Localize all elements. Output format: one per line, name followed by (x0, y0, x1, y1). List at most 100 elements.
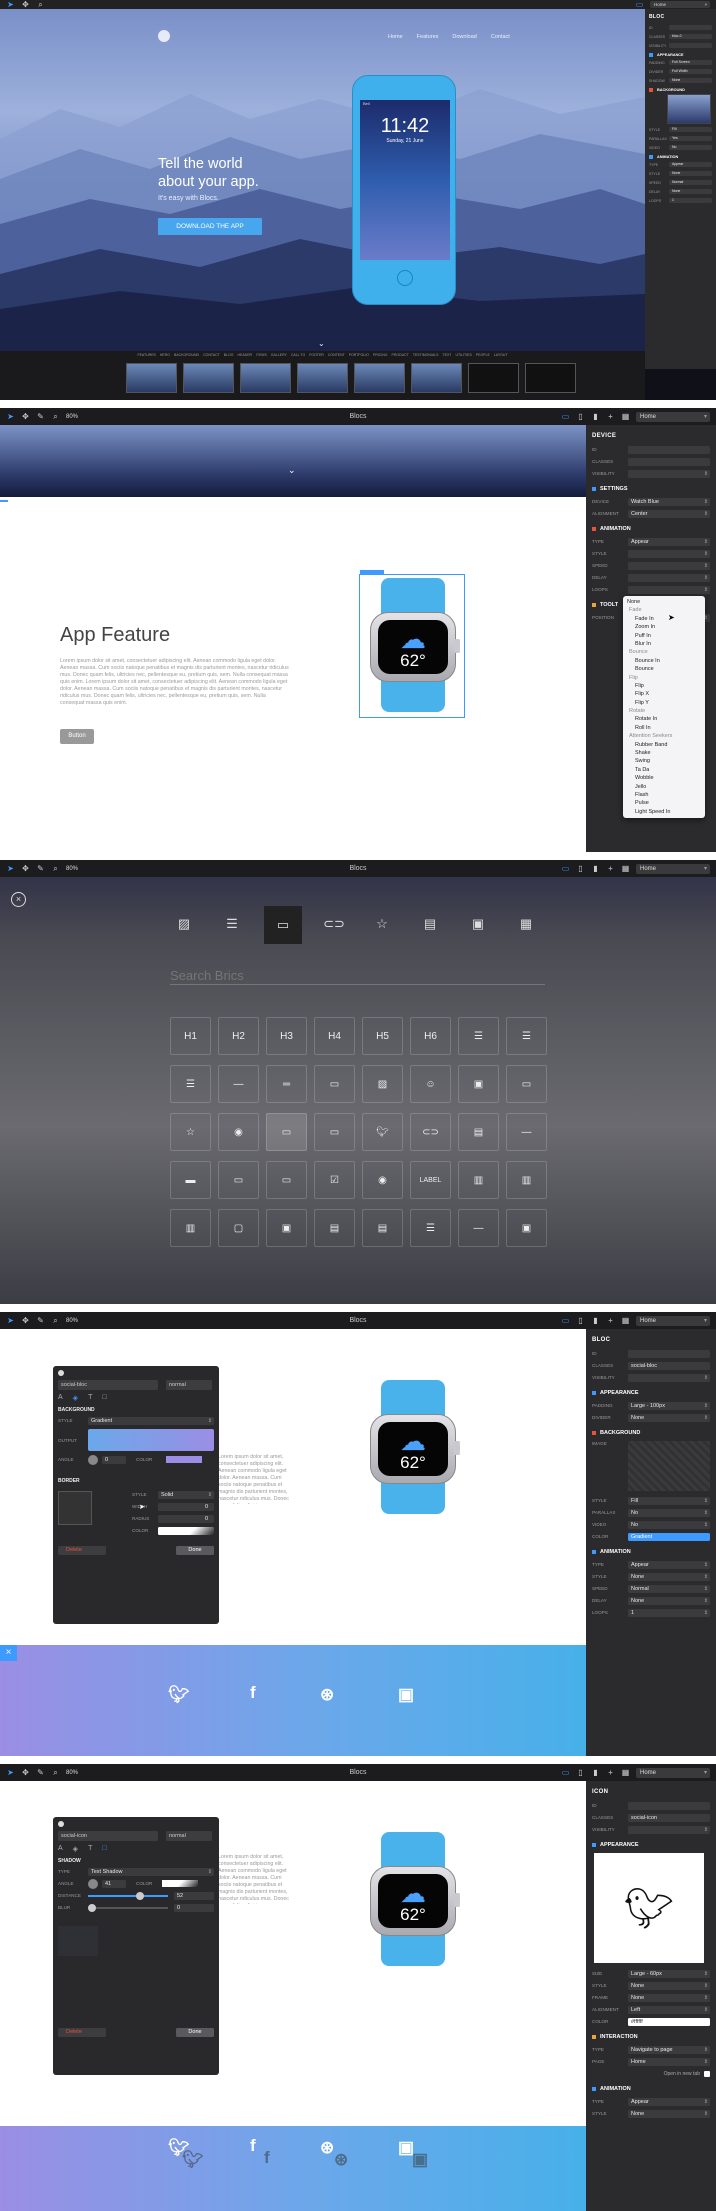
social-bloc[interactable]: 🐦︎ 🐦︎ f f ⊛ ⊛ ▣ ▣ (0, 2126, 586, 2211)
sidebar-row[interactable]: Classes social-icon (592, 1813, 710, 1822)
star-bric-icon[interactable]: ☆ (170, 1113, 211, 1151)
bloc-category-tab[interactable]: FOOTER (309, 353, 324, 357)
angle-dial[interactable] (88, 1454, 98, 1465)
bloc-category-tab[interactable]: CALL TO (291, 353, 305, 357)
bloc-thumbnail[interactable] (297, 363, 348, 393)
sidebar-row[interactable]: Color Gradient (592, 1532, 710, 1541)
border-radius-row[interactable]: RADIUS 0 (132, 1514, 214, 1523)
done-button[interactable]: Done (176, 2028, 214, 2037)
image-drop-zone[interactable] (628, 1441, 710, 1491)
select-tool-icon[interactable]: ➤ (6, 1316, 15, 1325)
move-tool-icon[interactable]: ✥ (21, 0, 30, 9)
sidebar-row[interactable]: Delay None (649, 188, 712, 195)
sidebar-row[interactable]: Type Appear (592, 1560, 710, 1569)
bloc-category-tab[interactable]: UTILITIES (455, 353, 471, 357)
menu-item[interactable]: Fade In (623, 615, 705, 623)
menu-item[interactable]: Shake (623, 749, 705, 757)
tab-typography-icon[interactable]: A (58, 1845, 63, 1853)
sidebar-row[interactable]: Classes bloc-0 (649, 33, 712, 40)
paragraph-bric-icon[interactable]: ☰ (170, 1065, 211, 1103)
emoji-bric-icon[interactable]: ☺ (410, 1065, 451, 1103)
style-tool-icon[interactable]: ✎ (36, 1316, 45, 1325)
tablet-view-icon[interactable]: ▯ (576, 412, 585, 421)
bloc-category-tab[interactable]: PRICING (373, 353, 388, 357)
color-swatch[interactable] (162, 1880, 198, 1887)
menu-item-selected[interactable]: None (623, 598, 705, 606)
heading-bric-4[interactable]: H4 (314, 1017, 355, 1055)
sidebar-row[interactable]: Parallax Yes (649, 135, 712, 142)
sidebar-row[interactable]: Frame None (592, 1993, 710, 2002)
facebook-icon[interactable]: f (250, 2136, 256, 2156)
sidebar-row[interactable]: ID (592, 1801, 710, 1810)
bloc-category-tab[interactable]: HEADER (237, 353, 252, 357)
bloc-category-tab[interactable]: HERO (160, 353, 170, 357)
frame-bric-icon[interactable]: ▢ (218, 1209, 259, 1247)
phone-view-icon[interactable]: ▮ (591, 412, 600, 421)
sidebar-row[interactable]: Visibility (592, 1825, 710, 1834)
image-bric-icon[interactable]: ▨ (362, 1065, 403, 1103)
text-block-bric-icon[interactable]: ☰ (458, 1017, 499, 1055)
menu-item[interactable]: Wobble (623, 774, 705, 782)
list-bric-icon[interactable]: ☰ (410, 1209, 451, 1247)
state-select[interactable]: normal (166, 1831, 212, 1841)
sidebar-row[interactable]: Divider Full Width (649, 68, 712, 75)
page-select[interactable]: Home (636, 411, 710, 422)
card-bric-icon[interactable]: ▣ (266, 1209, 307, 1247)
sidebar-row[interactable]: ID (649, 24, 712, 31)
type-row[interactable]: TYPE Text Shadow (58, 1867, 214, 1876)
add-icon[interactable]: + (606, 1768, 615, 1777)
sidebar-row[interactable]: Video No (649, 144, 712, 151)
bloc-category-tab[interactable]: PEOPLE (476, 353, 490, 357)
bar-bric-icon[interactable]: ▬ (170, 1161, 211, 1199)
zoom-icon[interactable]: ⌕ (51, 1316, 60, 1325)
logo-icon[interactable] (158, 30, 170, 42)
checkbox-bric-icon[interactable]: ☑ (314, 1161, 355, 1199)
sidebar-row[interactable]: Style None (592, 1981, 710, 1990)
gradient-preview[interactable] (88, 1429, 214, 1451)
zoom-icon[interactable]: ⌕ (51, 1768, 60, 1777)
state-select[interactable]: normal (166, 1380, 212, 1390)
menu-item[interactable]: Rubber Band (623, 741, 705, 749)
zoom-level[interactable]: 80% (66, 1318, 78, 1324)
style-tool-icon[interactable]: ✎ (36, 1768, 45, 1777)
sidebar-row[interactable]: Padding Large - 100px (592, 1401, 710, 1410)
sidebar-row[interactable]: Alignment Center (592, 509, 710, 518)
nav-home[interactable]: Home (388, 34, 403, 40)
instagram-icon[interactable]: ▣ (398, 1685, 414, 1705)
close-dialog-icon[interactable] (58, 1370, 64, 1376)
hr-bric-icon[interactable]: — (506, 1113, 547, 1151)
bloc-category-tab[interactable]: FEATURES (137, 353, 155, 357)
zoom-icon[interactable]: ⌕ (51, 412, 60, 421)
icon-preview[interactable]: 🐦︎ (594, 1853, 704, 1963)
scroll-down-icon[interactable]: ⌄ (318, 339, 325, 348)
move-tool-icon[interactable]: ✥ (21, 1768, 30, 1777)
heading-bric-1[interactable]: H1 (170, 1017, 211, 1055)
tab-background-icon[interactable]: ◈ (73, 1394, 78, 1402)
radio-bric-icon[interactable]: ◉ (362, 1161, 403, 1199)
media-bric-icon[interactable]: ▣ (506, 1209, 547, 1247)
select-tool-icon[interactable]: ➤ (6, 412, 15, 421)
bloc-category-tab[interactable]: GALLERY (271, 353, 287, 357)
desktop-view-icon[interactable]: ▭ (561, 1316, 570, 1325)
page-select[interactable]: Home (636, 1767, 710, 1778)
columns-bric-icon[interactable]: ▥ (506, 1161, 547, 1199)
tab-bric-icon[interactable]: ▭ (266, 1161, 307, 1199)
menu-item[interactable]: Pulse (623, 799, 705, 807)
add-icon[interactable]: + (606, 1316, 615, 1325)
angle-field[interactable]: 0 (102, 1455, 126, 1464)
box-bric-icon[interactable]: ▭ (218, 1161, 259, 1199)
phone-view-icon[interactable]: ▮ (591, 1768, 600, 1777)
sidebar-row[interactable]: Style None (592, 2109, 710, 2118)
menu-item[interactable]: Ta Da (623, 766, 705, 774)
move-tool-icon[interactable]: ✥ (21, 1316, 30, 1325)
tablet-view-icon[interactable]: ▯ (576, 1768, 585, 1777)
bloc-category-tab[interactable]: ITEMS (256, 353, 267, 357)
spacer-bric-icon[interactable]: ═ (266, 1065, 307, 1103)
close-bloc-icon[interactable]: × (0, 1645, 17, 1661)
move-tool-icon[interactable]: ✥ (21, 412, 30, 421)
new-tab-checkbox[interactable] (704, 2070, 710, 2077)
bloc-category-tab[interactable]: CONTENT (328, 353, 345, 357)
sidebar-row[interactable]: Parallax No (592, 1508, 710, 1517)
sidebar-row[interactable]: Padding Full Screen (649, 59, 712, 66)
scroll-down-icon[interactable]: ⌄ (288, 465, 296, 476)
